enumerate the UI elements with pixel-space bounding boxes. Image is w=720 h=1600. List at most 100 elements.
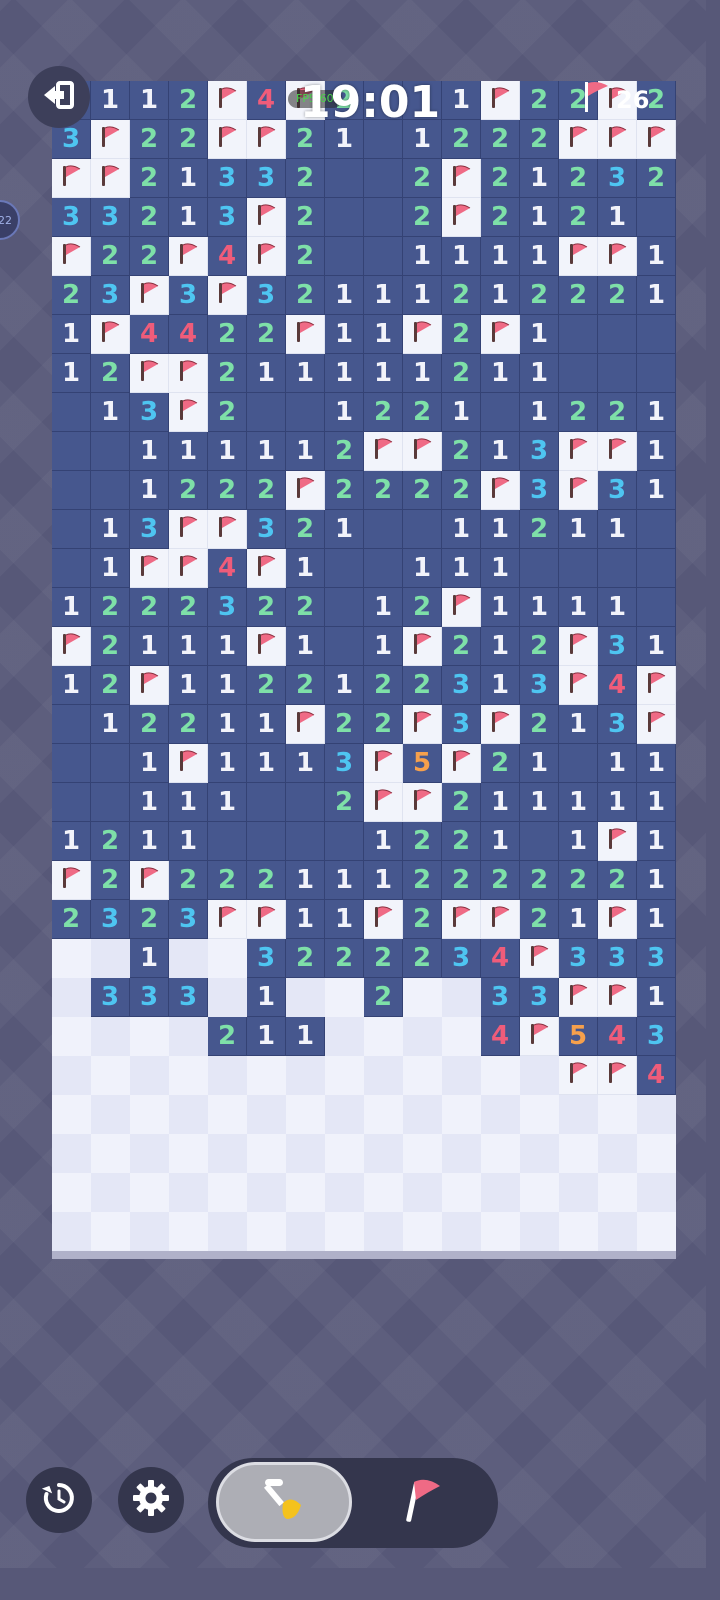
number-cell[interactable]: 2 [481,198,520,237]
unrevealed-cell[interactable] [325,1173,364,1212]
unrevealed-cell[interactable] [52,1017,91,1056]
number-cell[interactable]: 1 [520,315,559,354]
number-cell[interactable]: 2 [442,432,481,471]
number-cell[interactable]: 2 [91,822,130,861]
empty-cell[interactable] [52,510,91,549]
flagged-cell[interactable] [364,900,403,939]
unrevealed-cell[interactable] [52,1212,91,1251]
number-cell[interactable]: 2 [520,81,559,120]
flagged-cell[interactable] [598,120,637,159]
minesweeper-board[interactable]: 1124212223222112222133222123233213222121… [52,81,676,1251]
number-cell[interactable]: 1 [169,198,208,237]
number-cell[interactable]: 2 [91,666,130,705]
unrevealed-cell[interactable] [364,1056,403,1095]
empty-cell[interactable] [91,783,130,822]
number-cell[interactable]: 1 [481,510,520,549]
number-cell[interactable]: 4 [637,1056,676,1095]
unrevealed-cell[interactable] [169,1095,208,1134]
flagged-cell[interactable] [286,471,325,510]
unrevealed-cell[interactable] [442,1095,481,1134]
unrevealed-cell[interactable] [403,1212,442,1251]
unrevealed-cell[interactable] [169,1212,208,1251]
empty-cell[interactable] [91,471,130,510]
unrevealed-cell[interactable] [637,1173,676,1212]
flagged-cell[interactable] [208,900,247,939]
flagged-cell[interactable] [559,627,598,666]
number-cell[interactable]: 1 [91,81,130,120]
settings-button[interactable] [118,1467,184,1533]
empty-cell[interactable] [91,744,130,783]
empty-cell[interactable] [364,549,403,588]
empty-cell[interactable] [325,549,364,588]
number-cell[interactable]: 2 [520,900,559,939]
number-cell[interactable]: 2 [481,861,520,900]
number-cell[interactable]: 2 [403,588,442,627]
empty-cell[interactable] [364,237,403,276]
unrevealed-cell[interactable] [208,939,247,978]
number-cell[interactable]: 2 [208,315,247,354]
unrevealed-cell[interactable] [130,1212,169,1251]
number-cell[interactable]: 3 [520,432,559,471]
unrevealed-cell[interactable] [325,1056,364,1095]
flagged-cell[interactable] [364,432,403,471]
number-cell[interactable]: 1 [481,627,520,666]
unrevealed-cell[interactable] [637,1134,676,1173]
number-cell[interactable]: 1 [247,432,286,471]
number-cell[interactable]: 2 [52,276,91,315]
number-cell[interactable]: 3 [247,510,286,549]
number-cell[interactable]: 2 [364,939,403,978]
flagged-cell[interactable] [481,81,520,120]
number-cell[interactable]: 2 [403,393,442,432]
number-cell[interactable]: 2 [364,978,403,1017]
number-cell[interactable]: 1 [559,822,598,861]
number-cell[interactable]: 2 [130,198,169,237]
number-cell[interactable]: 4 [481,1017,520,1056]
flagged-cell[interactable] [286,315,325,354]
number-cell[interactable]: 1 [637,432,676,471]
unrevealed-cell[interactable] [247,1056,286,1095]
number-cell[interactable]: 2 [364,666,403,705]
flagged-cell[interactable] [559,666,598,705]
flagged-cell[interactable] [598,1056,637,1095]
unrevealed-cell[interactable] [520,1173,559,1212]
unrevealed-cell[interactable] [637,1095,676,1134]
empty-cell[interactable] [364,198,403,237]
number-cell[interactable]: 1 [286,432,325,471]
flagged-cell[interactable] [481,315,520,354]
unrevealed-cell[interactable] [247,1134,286,1173]
number-cell[interactable]: 1 [52,315,91,354]
flagged-cell[interactable] [520,939,559,978]
unrevealed-cell[interactable] [169,1056,208,1095]
number-cell[interactable]: 1 [286,1017,325,1056]
number-cell[interactable]: 1 [169,783,208,822]
number-cell[interactable]: 1 [637,978,676,1017]
unrevealed-cell[interactable] [559,1095,598,1134]
number-cell[interactable]: 2 [442,315,481,354]
number-cell[interactable]: 3 [598,471,637,510]
unrevealed-cell[interactable] [598,1212,637,1251]
number-cell[interactable]: 1 [481,783,520,822]
number-cell[interactable]: 2 [169,861,208,900]
number-cell[interactable]: 2 [442,783,481,822]
number-cell[interactable]: 1 [520,237,559,276]
flagged-cell[interactable] [169,393,208,432]
flagged-cell[interactable] [169,549,208,588]
unrevealed-cell[interactable] [208,1134,247,1173]
empty-cell[interactable] [637,315,676,354]
number-cell[interactable]: 3 [169,900,208,939]
empty-cell[interactable] [208,822,247,861]
number-cell[interactable]: 2 [247,315,286,354]
unrevealed-cell[interactable] [91,1095,130,1134]
number-cell[interactable]: 1 [130,744,169,783]
number-cell[interactable]: 1 [286,744,325,783]
number-cell[interactable]: 5 [403,744,442,783]
number-cell[interactable]: 1 [481,588,520,627]
flagged-cell[interactable] [598,432,637,471]
number-cell[interactable]: 3 [520,666,559,705]
number-cell[interactable]: 3 [208,198,247,237]
unrevealed-cell[interactable] [325,1212,364,1251]
number-cell[interactable]: 1 [403,354,442,393]
number-cell[interactable]: 1 [208,432,247,471]
number-cell[interactable]: 2 [481,120,520,159]
number-cell[interactable]: 1 [364,861,403,900]
